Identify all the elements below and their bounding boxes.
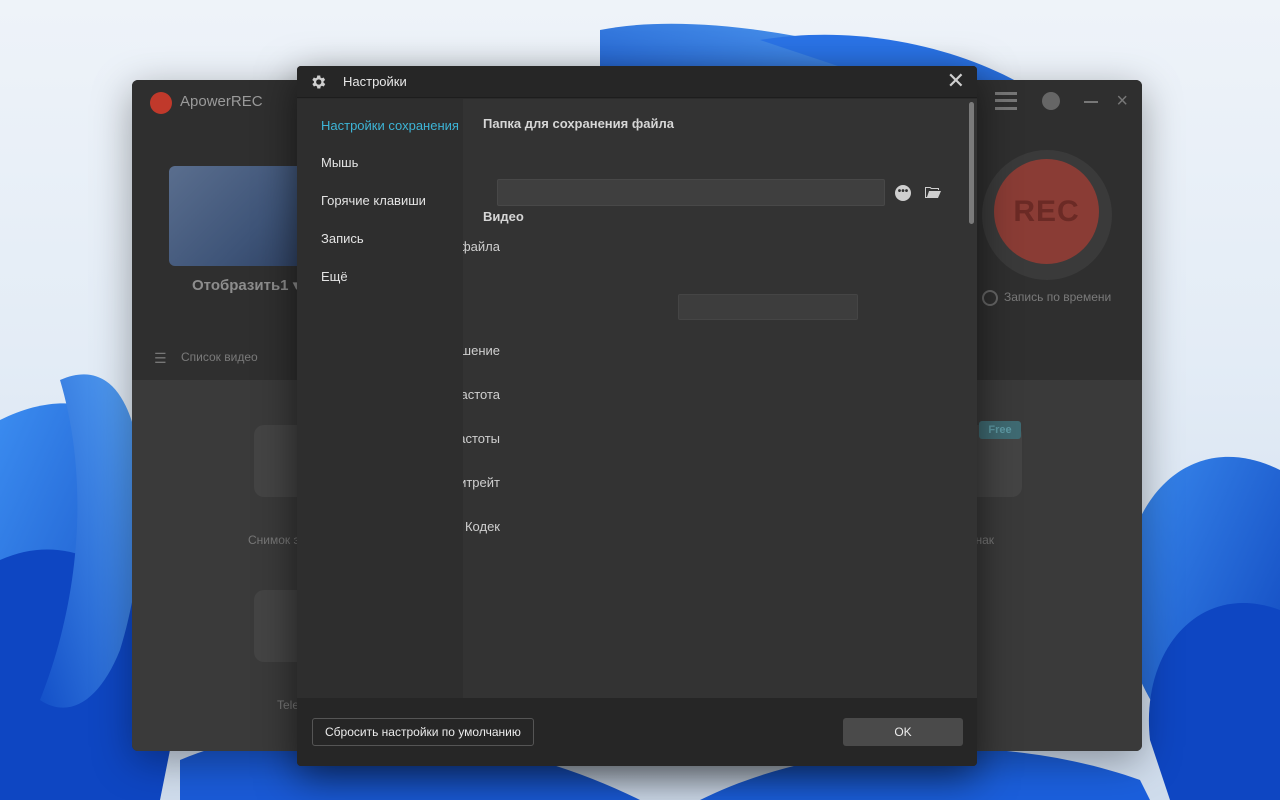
- timed-record-label: Запись по времени: [1004, 290, 1112, 304]
- apowerrec-logo-icon: [150, 92, 172, 114]
- more-options-icon[interactable]: •••: [895, 185, 911, 201]
- dialog-footer: Сбросить настройки по умолчанию OK: [297, 698, 977, 766]
- settings-dialog: Настройки ✕ Настройки сохранения Мышь Го…: [297, 66, 977, 766]
- resolution-label: Разрешение: [463, 343, 500, 358]
- nav-item-more[interactable]: Ещё: [321, 269, 348, 284]
- save-folder-title: Папка для сохранения файла: [483, 116, 674, 131]
- video-list-label[interactable]: Список видео: [181, 350, 258, 364]
- screenshot-tile-label: Снимок э: [248, 533, 300, 547]
- nav-item-mouse[interactable]: Мышь: [321, 155, 358, 170]
- app-close-icon[interactable]: ×: [1116, 90, 1128, 113]
- nav-item-recording[interactable]: Запись: [321, 231, 364, 246]
- save-folder-path-input[interactable]: [497, 179, 885, 206]
- dialog-header: Настройки ✕: [297, 66, 977, 98]
- minimize-icon[interactable]: [1084, 101, 1098, 103]
- app-title: ApowerREC: [180, 93, 263, 110]
- video-section-title: Видео: [483, 209, 524, 224]
- free-badge: Free: [979, 421, 1021, 439]
- display-select-label[interactable]: Отобразить1 ▾: [192, 276, 300, 294]
- settings-nav: Настройки сохранения Мышь Горячие клавиш…: [297, 99, 463, 698]
- user-avatar-icon[interactable]: [1042, 92, 1060, 110]
- close-icon[interactable]: ✕: [947, 70, 965, 92]
- settings-content: Папка для сохранения файла ••• Видео Фор…: [463, 99, 977, 698]
- content-scrollbar[interactable]: [969, 102, 974, 224]
- frame-rate-label: Кадровая частота: [463, 387, 500, 402]
- frame-rate-mode-label: Режим кадровой частоты: [463, 431, 500, 446]
- nav-item-hotkeys[interactable]: Горячие клавиши: [321, 193, 426, 208]
- codec-label: Кодек: [464, 519, 500, 534]
- gear-icon: [312, 75, 326, 89]
- ok-button[interactable]: OK: [843, 718, 963, 746]
- timed-record-radio[interactable]: [982, 290, 998, 306]
- nav-item-save-settings[interactable]: Настройки сохранения: [321, 118, 459, 133]
- video-format-select[interactable]: [678, 294, 858, 320]
- open-folder-icon[interactable]: [925, 186, 941, 199]
- video-bitrate-label: Битрейт: [463, 475, 500, 490]
- reset-defaults-button[interactable]: Сбросить настройки по умолчанию: [312, 718, 534, 746]
- hamburger-menu-icon[interactable]: [995, 92, 1017, 110]
- list-icon: ☰: [154, 350, 167, 366]
- rec-button[interactable]: REC: [994, 159, 1099, 264]
- tele-tile-label: Tele: [277, 698, 300, 712]
- video-format-label: Формат выходного файла: [463, 239, 500, 254]
- dialog-title: Настройки: [343, 74, 407, 89]
